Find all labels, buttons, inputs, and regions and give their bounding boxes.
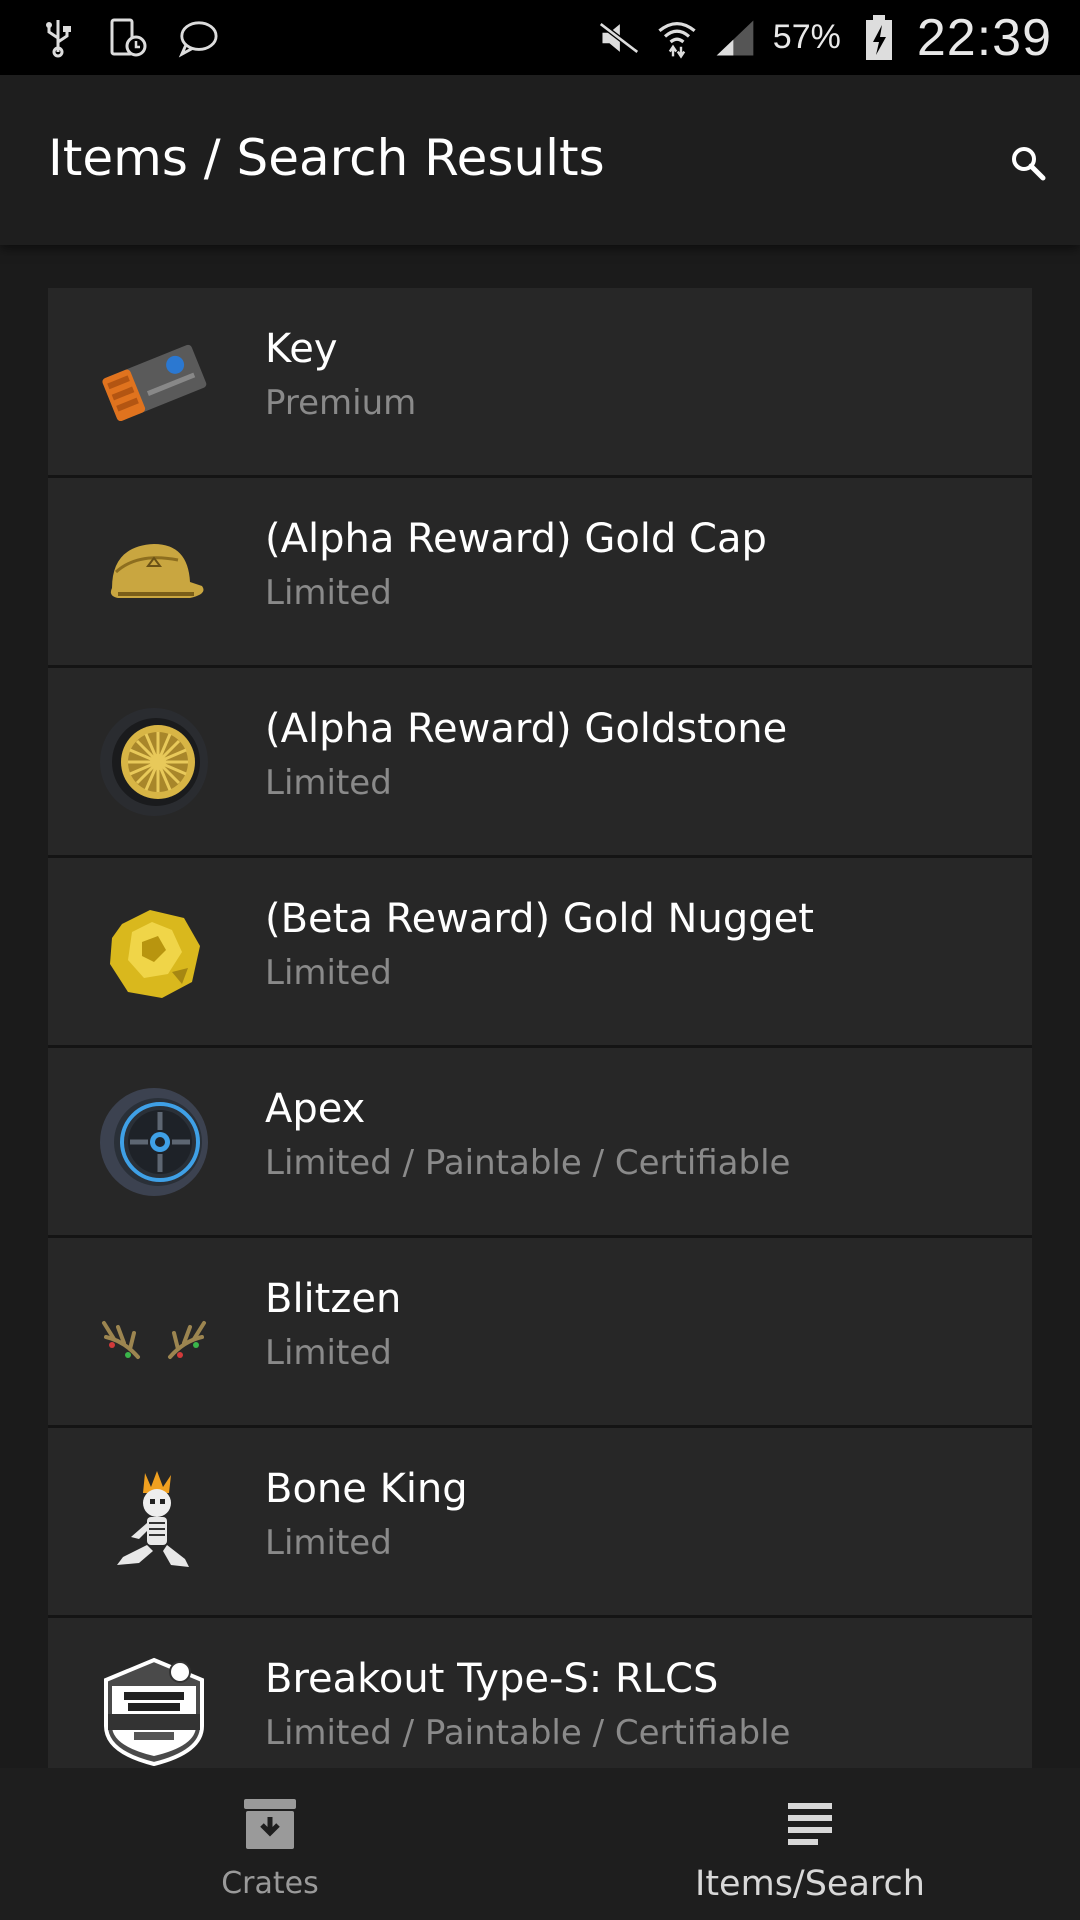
list-item[interactable]: Bone King Limited: [48, 1428, 1032, 1618]
item-subtitle: Limited: [265, 1333, 392, 1373]
nav-crates-label: Crates: [221, 1866, 319, 1901]
bone-king-icon: [96, 1464, 211, 1579]
item-name: Bone King: [265, 1466, 468, 1512]
list-item[interactable]: Blitzen Limited: [48, 1238, 1032, 1428]
list-item[interactable]: Breakout Type-S: RLCS Limited / Paintabl…: [48, 1618, 1032, 1768]
item-name: Blitzen: [265, 1276, 402, 1322]
app-bar: Items / Search Results: [0, 75, 1080, 245]
page-title: Items / Search Results: [48, 129, 605, 187]
gold-cap-icon: [96, 514, 211, 629]
nav-crates[interactable]: Crates: [0, 1768, 540, 1920]
rlcs-logo-icon: [96, 1654, 211, 1768]
list-item[interactable]: Key Premium: [48, 288, 1032, 478]
bottom-navigation: Crates Items/Search: [0, 1768, 1080, 1920]
item-subtitle: Limited / Paintable / Certifiable: [265, 1713, 791, 1753]
nav-items-search-label: Items/Search: [695, 1864, 925, 1904]
signal-icon: [715, 18, 755, 58]
item-name: (Alpha Reward) Goldstone: [265, 706, 788, 752]
clock: 22:39: [916, 8, 1052, 67]
mute-icon: [598, 18, 639, 58]
item-subtitle: Limited / Paintable / Certifiable: [265, 1143, 791, 1183]
list-item[interactable]: (Beta Reward) Gold Nugget Limited: [48, 858, 1032, 1048]
wifi-icon: [657, 18, 697, 59]
usb-icon: [38, 18, 78, 58]
item-subtitle: Limited: [265, 763, 392, 803]
list-item[interactable]: (Alpha Reward) Gold Cap Limited: [48, 478, 1032, 668]
search-button[interactable]: [998, 135, 1058, 195]
item-name: (Beta Reward) Gold Nugget: [265, 896, 814, 942]
list-item[interactable]: Apex Limited / Paintable / Certifiable: [48, 1048, 1032, 1238]
battery-charging-icon: [859, 14, 899, 60]
list-item[interactable]: (Alpha Reward) Goldstone Limited: [48, 668, 1032, 858]
items-list[interactable]: Key Premium (Alpha Reward) Gold Cap Limi…: [48, 288, 1032, 1768]
item-name: Key: [265, 326, 338, 372]
gold-nugget-icon: [96, 894, 211, 1009]
search-icon: [1010, 145, 1046, 186]
battery-percent: 57%: [772, 18, 841, 56]
status-bar: 57% 22:39: [0, 0, 1080, 75]
item-subtitle: Limited: [265, 953, 392, 993]
item-name: Breakout Type-S: RLCS: [265, 1656, 719, 1702]
nav-items-search[interactable]: Items/Search: [540, 1768, 1080, 1920]
item-name: (Alpha Reward) Gold Cap: [265, 516, 767, 562]
antlers-icon: [96, 1274, 211, 1389]
apex-wheel-icon: [96, 1084, 211, 1199]
item-subtitle: Limited: [265, 573, 392, 613]
archive-icon: [240, 1794, 300, 1854]
device-schedule-icon: [108, 18, 148, 58]
item-subtitle: Limited: [265, 1523, 392, 1563]
chat-bubble-icon: [178, 18, 218, 58]
goldstone-wheel-icon: [96, 704, 211, 819]
item-name: Apex: [265, 1086, 366, 1132]
list-lines-icon: [780, 1794, 840, 1854]
item-subtitle: Premium: [265, 383, 417, 423]
key-icon: [96, 324, 211, 439]
